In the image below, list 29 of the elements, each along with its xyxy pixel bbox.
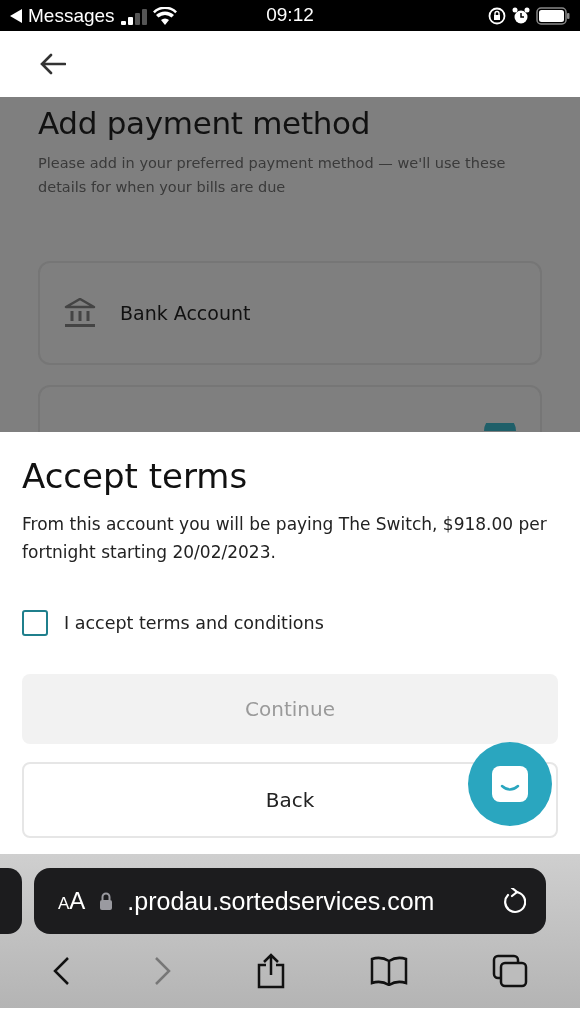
option-label: Bank Account xyxy=(120,302,251,324)
text-size-button[interactable]: AA xyxy=(58,887,86,915)
back-chevron-icon[interactable] xyxy=(52,956,70,986)
chat-icon xyxy=(490,764,530,804)
clock-time: 09:12 xyxy=(265,4,315,26)
payment-option-card[interactable]: Bank Account xyxy=(38,261,542,365)
url-text: .prodau.sortedservices.com xyxy=(127,886,436,916)
terms-checkbox[interactable] xyxy=(22,610,48,636)
address-bar[interactable]: AA .prodau.sortedservices.com xyxy=(34,868,546,934)
back-arrow-icon[interactable] xyxy=(40,53,66,75)
battery-icon xyxy=(536,6,570,25)
signal-icon xyxy=(120,6,147,25)
bank-icon xyxy=(64,298,96,328)
lock-icon xyxy=(99,892,114,910)
rotation-lock-icon xyxy=(488,6,506,25)
page-subtitle: Please add in your preferred payment method — we'll use these details for when your bills are due xyxy=(38,154,507,197)
wifi-icon xyxy=(152,6,177,25)
alarm-clock-icon xyxy=(512,6,530,25)
tab-pill[interactable] xyxy=(0,868,22,934)
book-icon[interactable] xyxy=(370,956,408,986)
share-icon[interactable] xyxy=(256,953,286,989)
tabs-icon[interactable] xyxy=(492,954,528,988)
sheet-title: Accept terms xyxy=(22,456,249,496)
payment-message: From this account you will be paying The Switch, $918.00 per fortnight starting 20/02/2023. xyxy=(22,513,548,564)
checkbox-label: I accept terms and conditions xyxy=(64,613,324,633)
reload-icon[interactable] xyxy=(502,888,526,914)
back-triangle-icon xyxy=(10,8,22,23)
back-app-label[interactable]: Messages xyxy=(28,4,115,27)
page-title: Add payment method xyxy=(38,105,372,141)
